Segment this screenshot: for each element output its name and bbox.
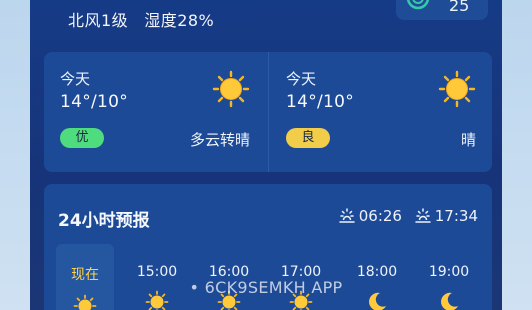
day-name: 今天: [60, 70, 91, 88]
day-temperature: 14°/10°: [286, 92, 355, 112]
hourly-item[interactable]: 现在: [56, 244, 114, 310]
sunset: 17:34: [415, 207, 478, 225]
right-backdrop: [502, 0, 532, 310]
day-description: 晴: [460, 131, 476, 149]
sun-icon: [438, 70, 476, 108]
aqi-widget[interactable]: 25: [396, 0, 488, 20]
hourly-item[interactable]: 19:00: [420, 244, 478, 310]
day-card-left[interactable]: 今天 14°/10° 优 多云转晴: [44, 52, 268, 172]
card-divider: [268, 52, 269, 172]
day-description: 多云转晴: [189, 131, 250, 149]
watermark: • 6CK9SEMKH APP: [189, 278, 343, 297]
day-temperature: 14°/10°: [60, 92, 129, 112]
sunrise: 06:26: [339, 207, 402, 225]
hourly-item[interactable]: 15:00: [128, 244, 186, 310]
aqi-badge-good: 优: [60, 128, 104, 148]
aqi-badge-fair: 良: [286, 128, 330, 148]
aqi-ring-icon: [406, 0, 430, 10]
hourly-item[interactable]: 18:00: [348, 244, 406, 310]
humidity-text: 湿度28%: [144, 11, 215, 30]
hourly-item[interactable]: 16:00: [200, 244, 258, 310]
day-name: 今天: [286, 70, 317, 88]
day-card-right[interactable]: 今天 14°/10° 良 晴: [270, 52, 494, 172]
sunset-icon: [415, 208, 431, 223]
sun-times: 06:26 17:34: [339, 207, 478, 228]
current-conditions: 北风1级 湿度28%: [68, 7, 214, 31]
left-backdrop: [0, 0, 30, 310]
daily-summary-card: 今天 14°/10° 优 多云转晴 今天 14°/10° 良 晴: [44, 52, 492, 172]
weather-panel: 北风1级 湿度28% 25 今天 14°/10° 优 多云转晴 今天 14°/1…: [30, 0, 502, 310]
wind-text: 北风1级: [68, 11, 129, 30]
hourly-title: 24小时预报: [58, 211, 150, 231]
sunrise-icon: [339, 208, 355, 223]
sunrise-time: 06:26: [358, 207, 402, 225]
sun-icon: [212, 70, 250, 108]
hourly-item[interactable]: 17:00: [272, 244, 330, 310]
sunset-time: 17:34: [434, 207, 478, 225]
aqi-value: 25: [449, 0, 470, 15]
